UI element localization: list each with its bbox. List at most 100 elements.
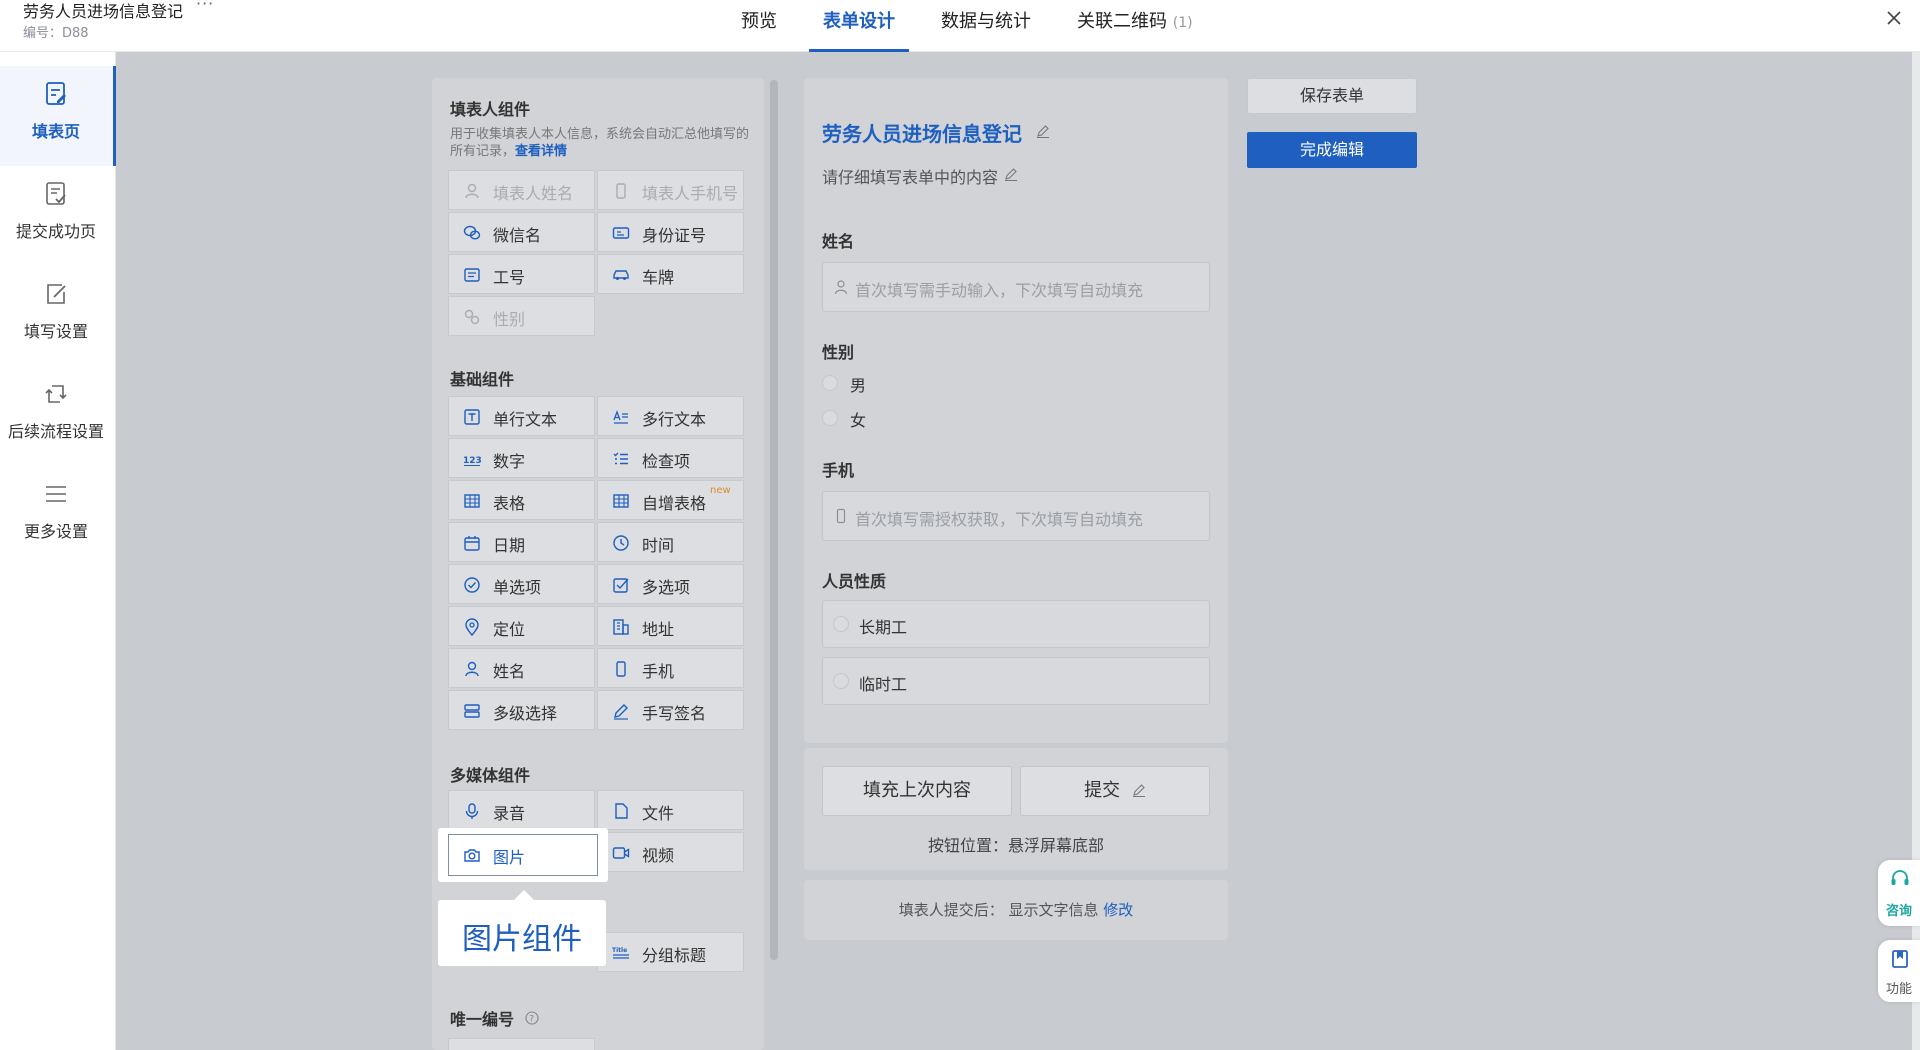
comp-multi-choice[interactable]: 多选项 <box>597 564 744 604</box>
comp-employee-id[interactable]: 工号 <box>448 254 595 294</box>
radio-label: 女 <box>850 411 867 430</box>
comp-single-choice[interactable]: 单选项 <box>448 564 595 604</box>
video-icon <box>612 847 630 859</box>
comp-cascade-select[interactable]: 多级选择 <box>448 690 595 730</box>
field-input-name[interactable]: 首次填写需手动输入，下次填写自动填充 <box>822 262 1210 312</box>
submit-button[interactable]: 提交 <box>1020 766 1210 816</box>
modify-link[interactable]: 修改 <box>1103 901 1133 919</box>
comp-gender[interactable]: 性别 <box>448 296 595 336</box>
filler-desc-text: 用于收集填表人本人信息，系统会自动汇总他填写的所有记录， <box>450 127 750 159</box>
components-scrollbar[interactable] <box>770 80 778 960</box>
nav-item-submit-success[interactable]: 提交成功页 <box>0 166 116 266</box>
component-tooltip: 图片组件 <box>438 890 606 966</box>
field-label-personnel-type: 人员性质 <box>822 572 887 591</box>
option-long-term[interactable]: 长期工 <box>822 600 1210 648</box>
close-icon[interactable] <box>1884 8 1904 28</box>
person-icon <box>465 661 479 677</box>
comp-number[interactable]: 123 数字 <box>448 438 595 478</box>
comp-name[interactable]: 姓名 <box>448 648 595 688</box>
function-button[interactable]: 功能 <box>1878 940 1920 1002</box>
section-title-unique: 唯一编号 <box>450 1010 515 1029</box>
tab-data-statistics[interactable]: 数据与统计 <box>941 10 1031 52</box>
svg-text:123: 123 <box>463 456 481 466</box>
tooltip-text: 图片组件 <box>462 922 582 957</box>
nav-label: 更多设置 <box>23 522 88 541</box>
comp-filler-phone[interactable]: 填表人手机号 <box>597 170 744 210</box>
comp-label: 时间 <box>642 536 675 555</box>
after-submit-text: 填表人提交后： 显示文字信息 <box>898 901 1099 919</box>
comp-time[interactable]: 时间 <box>597 522 744 562</box>
nav-label: 提交成功页 <box>15 222 96 241</box>
comp-label: 表格 <box>493 494 526 513</box>
tab-form-design-label: 表单设计 <box>823 11 895 32</box>
section-title-filler: 填表人组件 <box>450 100 531 119</box>
comp-label: 手写签名 <box>642 704 707 723</box>
field-input-phone[interactable]: 首次填写需授权获取，下次填写自动填充 <box>822 491 1210 541</box>
after-submit-setting: 填表人提交后： 显示文字信息 修改 <box>804 880 1228 940</box>
person-icon <box>465 183 479 199</box>
comp-wechat-name[interactable]: 微信名 <box>448 212 595 252</box>
comp-label: 多选项 <box>642 578 691 597</box>
comp-image[interactable]: 图片 <box>448 834 598 876</box>
comp-phone[interactable]: 手机 <box>597 648 744 688</box>
comp-multi-text[interactable]: 多行文本 <box>597 396 744 436</box>
save-form-button[interactable]: 保存表单 <box>1247 78 1417 114</box>
form-preview-title[interactable]: 劳务人员进场信息登记 <box>822 118 1022 147</box>
pen-icon <box>614 704 628 720</box>
comp-label: 姓名 <box>493 662 526 681</box>
table-icon <box>613 494 629 508</box>
nav-item-fill-page[interactable]: 填表页 <box>0 66 116 166</box>
section-title-basic: 基础组件 <box>450 370 515 389</box>
comp-checklist[interactable]: 检查项 <box>597 438 744 478</box>
comp-auto-table[interactable]: 自增表格 new <box>597 480 744 520</box>
comp-label: 数字 <box>493 452 526 471</box>
left-nav: 填表页 提交成功页 填写设置 后续流程设置 更多设置 <box>0 52 116 1050</box>
comp-address[interactable]: 地址 <box>597 606 744 646</box>
finish-edit-button[interactable]: 完成编辑 <box>1247 132 1417 168</box>
comp-label: 分组标题 <box>642 946 707 965</box>
nav-item-fill-settings[interactable]: 填写设置 <box>0 266 116 366</box>
comp-id-card[interactable]: 身份证号 <box>597 212 744 252</box>
comp-signature[interactable]: 手写签名 <box>597 690 744 730</box>
fill-last-button[interactable]: 填充上次内容 <box>822 766 1012 816</box>
edit-icon[interactable] <box>1004 167 1018 181</box>
edit-icon[interactable] <box>1132 783 1146 798</box>
comp-group-title[interactable]: Title 分组标题 <box>597 932 744 972</box>
tab-form-design[interactable]: 表单设计 <box>809 10 909 52</box>
consult-button[interactable]: 咨询 <box>1878 860 1920 926</box>
id-card-icon <box>612 227 630 239</box>
field-placeholder: 首次填写需手动输入，下次填写自动填充 <box>855 281 1144 300</box>
comp-label: 定位 <box>493 620 526 639</box>
comp-table[interactable]: 表格 <box>448 480 595 520</box>
radio-check-icon <box>464 577 480 593</box>
form-preview-desc[interactable]: 请仔细填写表单中的内容 <box>822 164 998 188</box>
top-bar: 劳务人员进场信息登记 ··· 编号：D88 预览 表单设计 数据与统计 关联二维… <box>0 0 1920 52</box>
headset-icon <box>1891 870 1909 885</box>
view-details-link[interactable]: 查看详情 <box>515 144 567 159</box>
comp-single-text[interactable]: 单行文本 <box>448 396 595 436</box>
help-icon[interactable]: ? <box>525 1011 539 1025</box>
edit-icon[interactable] <box>1036 124 1050 138</box>
option-temporary[interactable]: 临时工 <box>822 657 1210 705</box>
group-title-icon: Title <box>612 947 629 959</box>
comp-location[interactable]: 定位 <box>448 606 595 646</box>
comp-unique-number[interactable] <box>448 1038 595 1050</box>
svg-text:Title: Title <box>612 947 627 954</box>
comp-video[interactable]: 视频 <box>597 832 744 872</box>
nav-item-more-settings[interactable]: 更多设置 <box>0 466 116 566</box>
nav-item-workflow-settings[interactable]: 后续流程设置 <box>0 366 116 466</box>
comp-license-plate[interactable]: 车牌 <box>597 254 744 294</box>
tab-preview[interactable]: 预览 <box>741 10 777 52</box>
comp-filler-name[interactable]: 填表人姓名 <box>448 170 595 210</box>
more-options-button[interactable]: ··· <box>196 0 214 13</box>
calendar-icon <box>464 536 480 551</box>
tab-qr-code[interactable]: 关联二维码 (1) <box>1077 10 1193 52</box>
comp-audio[interactable]: 录音 <box>448 790 595 830</box>
table-icon <box>464 494 480 508</box>
comp-file[interactable]: 文件 <box>597 790 744 830</box>
qr-code-count: (1) <box>1172 15 1193 31</box>
field-label-phone: 手机 <box>822 461 855 480</box>
form-code: 编号：D88 <box>23 26 89 41</box>
comp-date[interactable]: 日期 <box>448 522 595 562</box>
comp-label: 车牌 <box>642 268 675 287</box>
